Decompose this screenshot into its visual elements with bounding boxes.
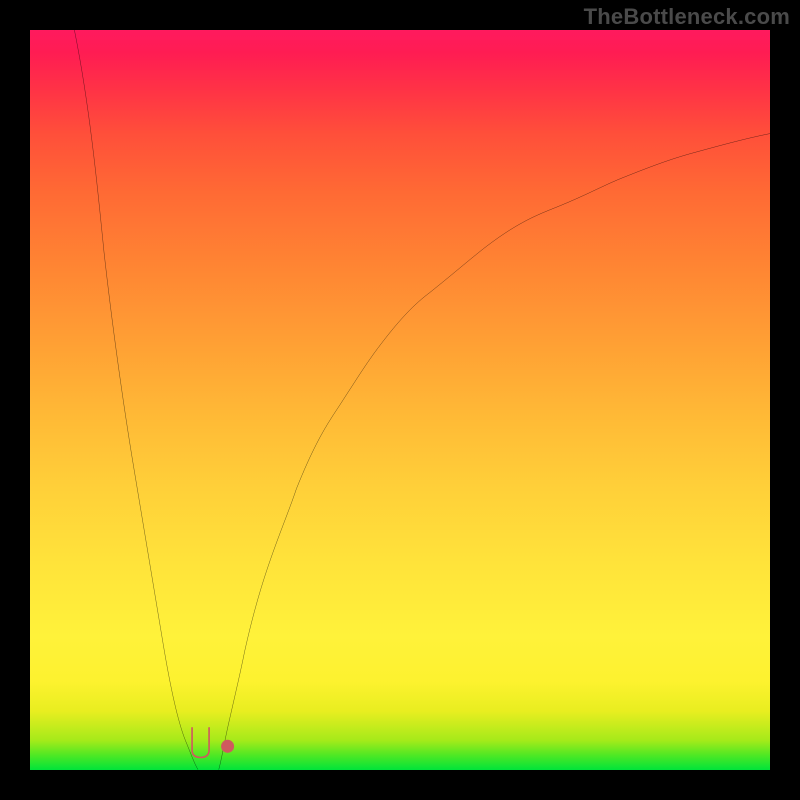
dot-marker bbox=[221, 740, 234, 753]
plot-area bbox=[30, 30, 770, 770]
plot-svg bbox=[30, 30, 770, 770]
u-marker bbox=[192, 728, 209, 758]
watermark: TheBottleneck.com bbox=[584, 4, 790, 30]
curve-right bbox=[219, 134, 770, 770]
chart-frame: TheBottleneck.com bbox=[0, 0, 800, 800]
curve-left bbox=[74, 30, 198, 770]
